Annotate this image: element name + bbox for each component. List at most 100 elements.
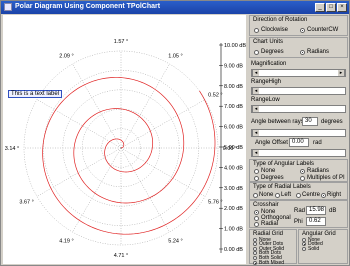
range-high-label: RangeHigh xyxy=(251,79,282,85)
radial-tick-label-9: 1.00 dB xyxy=(224,227,243,233)
angular-labels-group: Type of Angular Labels None Radians Degr… xyxy=(249,159,348,182)
counterclockwise-label: CounterCW xyxy=(307,27,339,33)
angle-label-7: 4.19 ° xyxy=(59,239,73,245)
crosshair-rad-field: 15.98 xyxy=(306,206,326,215)
chart-text-label[interactable]: This is a text label xyxy=(8,90,63,98)
angle-label-0: 1.57 ° xyxy=(114,39,128,45)
crosshair-phi-field: 0.62 xyxy=(306,217,326,226)
angular-labels-radians-radio[interactable] xyxy=(300,169,305,174)
polar-chart-svg: 1.57 °1.05 °0.52 °0.00 °5.76 °5.24 °4.71… xyxy=(5,39,247,259)
radial-labels-right-radio[interactable] xyxy=(321,193,326,198)
angular-labels-title: Type of Angular Labels xyxy=(253,161,315,167)
grid-ray-7 xyxy=(72,147,122,233)
grid-ray-2 xyxy=(120,99,206,149)
radial-grid-radio-1[interactable] xyxy=(253,242,257,247)
radial-grid-label-5: Both Mixed xyxy=(259,259,285,266)
minimize-button[interactable]: _ xyxy=(315,3,325,12)
crosshair-title: Crosshair xyxy=(253,202,279,208)
angle-label-4: 5.76 ° xyxy=(208,200,222,206)
angle-label-5: 5.24 ° xyxy=(168,239,182,245)
crosshair-radial-label: Radial xyxy=(261,221,279,227)
crosshair-rad-label: Rad xyxy=(294,208,306,214)
grid-ray-1 xyxy=(120,63,170,149)
radial-tick-label-2: 8.00 dB xyxy=(224,84,243,90)
angle-offset-label: Angle Offset xyxy=(255,140,288,146)
range-high-slider[interactable]: ◂ xyxy=(251,87,346,95)
main-window: Polar Diagram Using Component TPolChart … xyxy=(0,0,350,266)
radial-tick-label-10: 0.00 dB xyxy=(224,247,243,253)
radial-tick-label-0: 10.00 dB xyxy=(224,43,246,49)
angle-between-rays-label: Angle between rays xyxy=(251,119,304,125)
angle-label-2: 0.52 ° xyxy=(208,93,222,99)
angular-labels-none-label: None xyxy=(261,168,276,174)
radial-tick-label-4: 6.00 dB xyxy=(224,125,243,131)
angle-between-rays-slider[interactable]: ◂ xyxy=(251,129,346,137)
crosshair-rad-unit: dB xyxy=(329,208,337,214)
angle-offset-slider[interactable]: ◂ xyxy=(251,149,346,157)
range-low-label: RangeLow xyxy=(251,97,280,103)
radial-labels-none-radio[interactable] xyxy=(253,193,258,198)
polar-chart[interactable]: 1.57 ° 1.05 ° 0.52 ° 0.00 ° 5.76 ° 5.24 ° 4.71… xyxy=(3,15,246,264)
radians-radio[interactable] xyxy=(300,50,305,55)
crosshair-none-radio[interactable] xyxy=(254,210,259,215)
magnification-label: Magnification xyxy=(251,61,287,67)
angular-labels-degrees-radio[interactable] xyxy=(254,176,259,181)
angle-between-rays-input[interactable]: 30 xyxy=(302,117,318,126)
spiral-curve xyxy=(42,77,216,235)
radial-labels-left-label: Left xyxy=(281,192,292,198)
radial-grid-radio-4[interactable] xyxy=(253,255,257,260)
radial-labels-right-label: Right xyxy=(327,192,342,198)
angular-grid-radio-2[interactable] xyxy=(302,246,306,251)
radial-labels-centre-radio[interactable] xyxy=(296,193,301,198)
angular-labels-none-radio[interactable] xyxy=(254,169,259,174)
range-low-slider[interactable]: ◂ xyxy=(251,105,346,113)
angle-label-11: 2.09 ° xyxy=(59,53,73,59)
crosshair-radial-radio[interactable] xyxy=(254,222,259,227)
radial-tick-label-7: 3.00 dB xyxy=(224,186,243,192)
radial-grid-radio-3[interactable] xyxy=(253,251,257,256)
radial-tick-label-5: 5.00 dB xyxy=(224,145,243,151)
radial-tick-label-6: 4.00 dB xyxy=(224,165,243,171)
radial-tick-labels: 10.00 dB 9.00 dB 8.00 dB 7.00 dB 6.00 dB 5.00… xyxy=(219,43,246,253)
units-group: Chart Units Degrees Radians xyxy=(249,37,348,58)
degrees-label: Degrees xyxy=(261,49,284,55)
angle-label-9: 3.14 ° xyxy=(5,146,19,152)
grid-ray-11 xyxy=(72,63,122,149)
angular-labels-pi-label: Multiples of PI xyxy=(307,175,345,181)
radial-labels-none-label: None xyxy=(259,192,274,198)
counterclockwise-radio[interactable] xyxy=(300,28,305,33)
window-title: Polar Diagram Using Component TPolChart xyxy=(15,3,161,10)
radial-labels-group: Type of Radial Labels None Left Centre R… xyxy=(249,182,348,200)
app-icon xyxy=(4,3,12,11)
grid-ray-8 xyxy=(36,147,122,197)
radial-tick-label-3: 7.00 dB xyxy=(224,104,243,110)
title-bar: Polar Diagram Using Component TPolChart … xyxy=(1,1,349,14)
radians-label: Radians xyxy=(307,49,330,55)
angular-labels-radians-label: Radians xyxy=(307,168,330,174)
rotation-group-title: Direction of Rotation xyxy=(253,17,308,23)
angular-grid-radio-1[interactable] xyxy=(302,242,306,247)
radial-grid-radio-5[interactable] xyxy=(253,260,257,265)
radial-labels-title: Type of Radial Labels xyxy=(253,184,311,190)
radial-tick-label-8: 2.00 dB xyxy=(224,206,243,212)
radial-grid-radio-0[interactable] xyxy=(253,237,257,242)
control-panel: Direction of Rotation Clockwise CounterC… xyxy=(249,15,348,266)
maximize-button[interactable]: □ xyxy=(326,3,336,12)
clockwise-radio[interactable] xyxy=(254,28,259,33)
angular-labels-pi-radio[interactable] xyxy=(300,176,305,181)
crosshair-orthogonal-radio[interactable] xyxy=(254,216,259,221)
angular-grid-radio-0[interactable] xyxy=(302,237,306,242)
angular-grid-group: Angular Grid None Dotted Solid xyxy=(298,229,348,264)
angle-label-6: 4.71 ° xyxy=(114,253,128,259)
degrees-radio[interactable] xyxy=(254,50,259,55)
angle-offset-input[interactable]: 0.00 xyxy=(289,138,309,147)
angle-label-1: 1.05 ° xyxy=(168,53,182,59)
units-group-title: Chart Units xyxy=(253,39,284,45)
close-button[interactable]: × xyxy=(337,3,347,12)
magnification-slider[interactable]: ◂ ▸ xyxy=(251,69,346,77)
radial-labels-centre-label: Centre xyxy=(302,192,321,198)
crosshair-group: Crosshair None Orthogonal Radial Rad 15.… xyxy=(249,200,348,228)
radial-labels-left-radio[interactable] xyxy=(275,193,280,198)
crosshair-phi-label: Phi xyxy=(294,219,303,225)
radial-grid-radio-2[interactable] xyxy=(253,246,257,251)
